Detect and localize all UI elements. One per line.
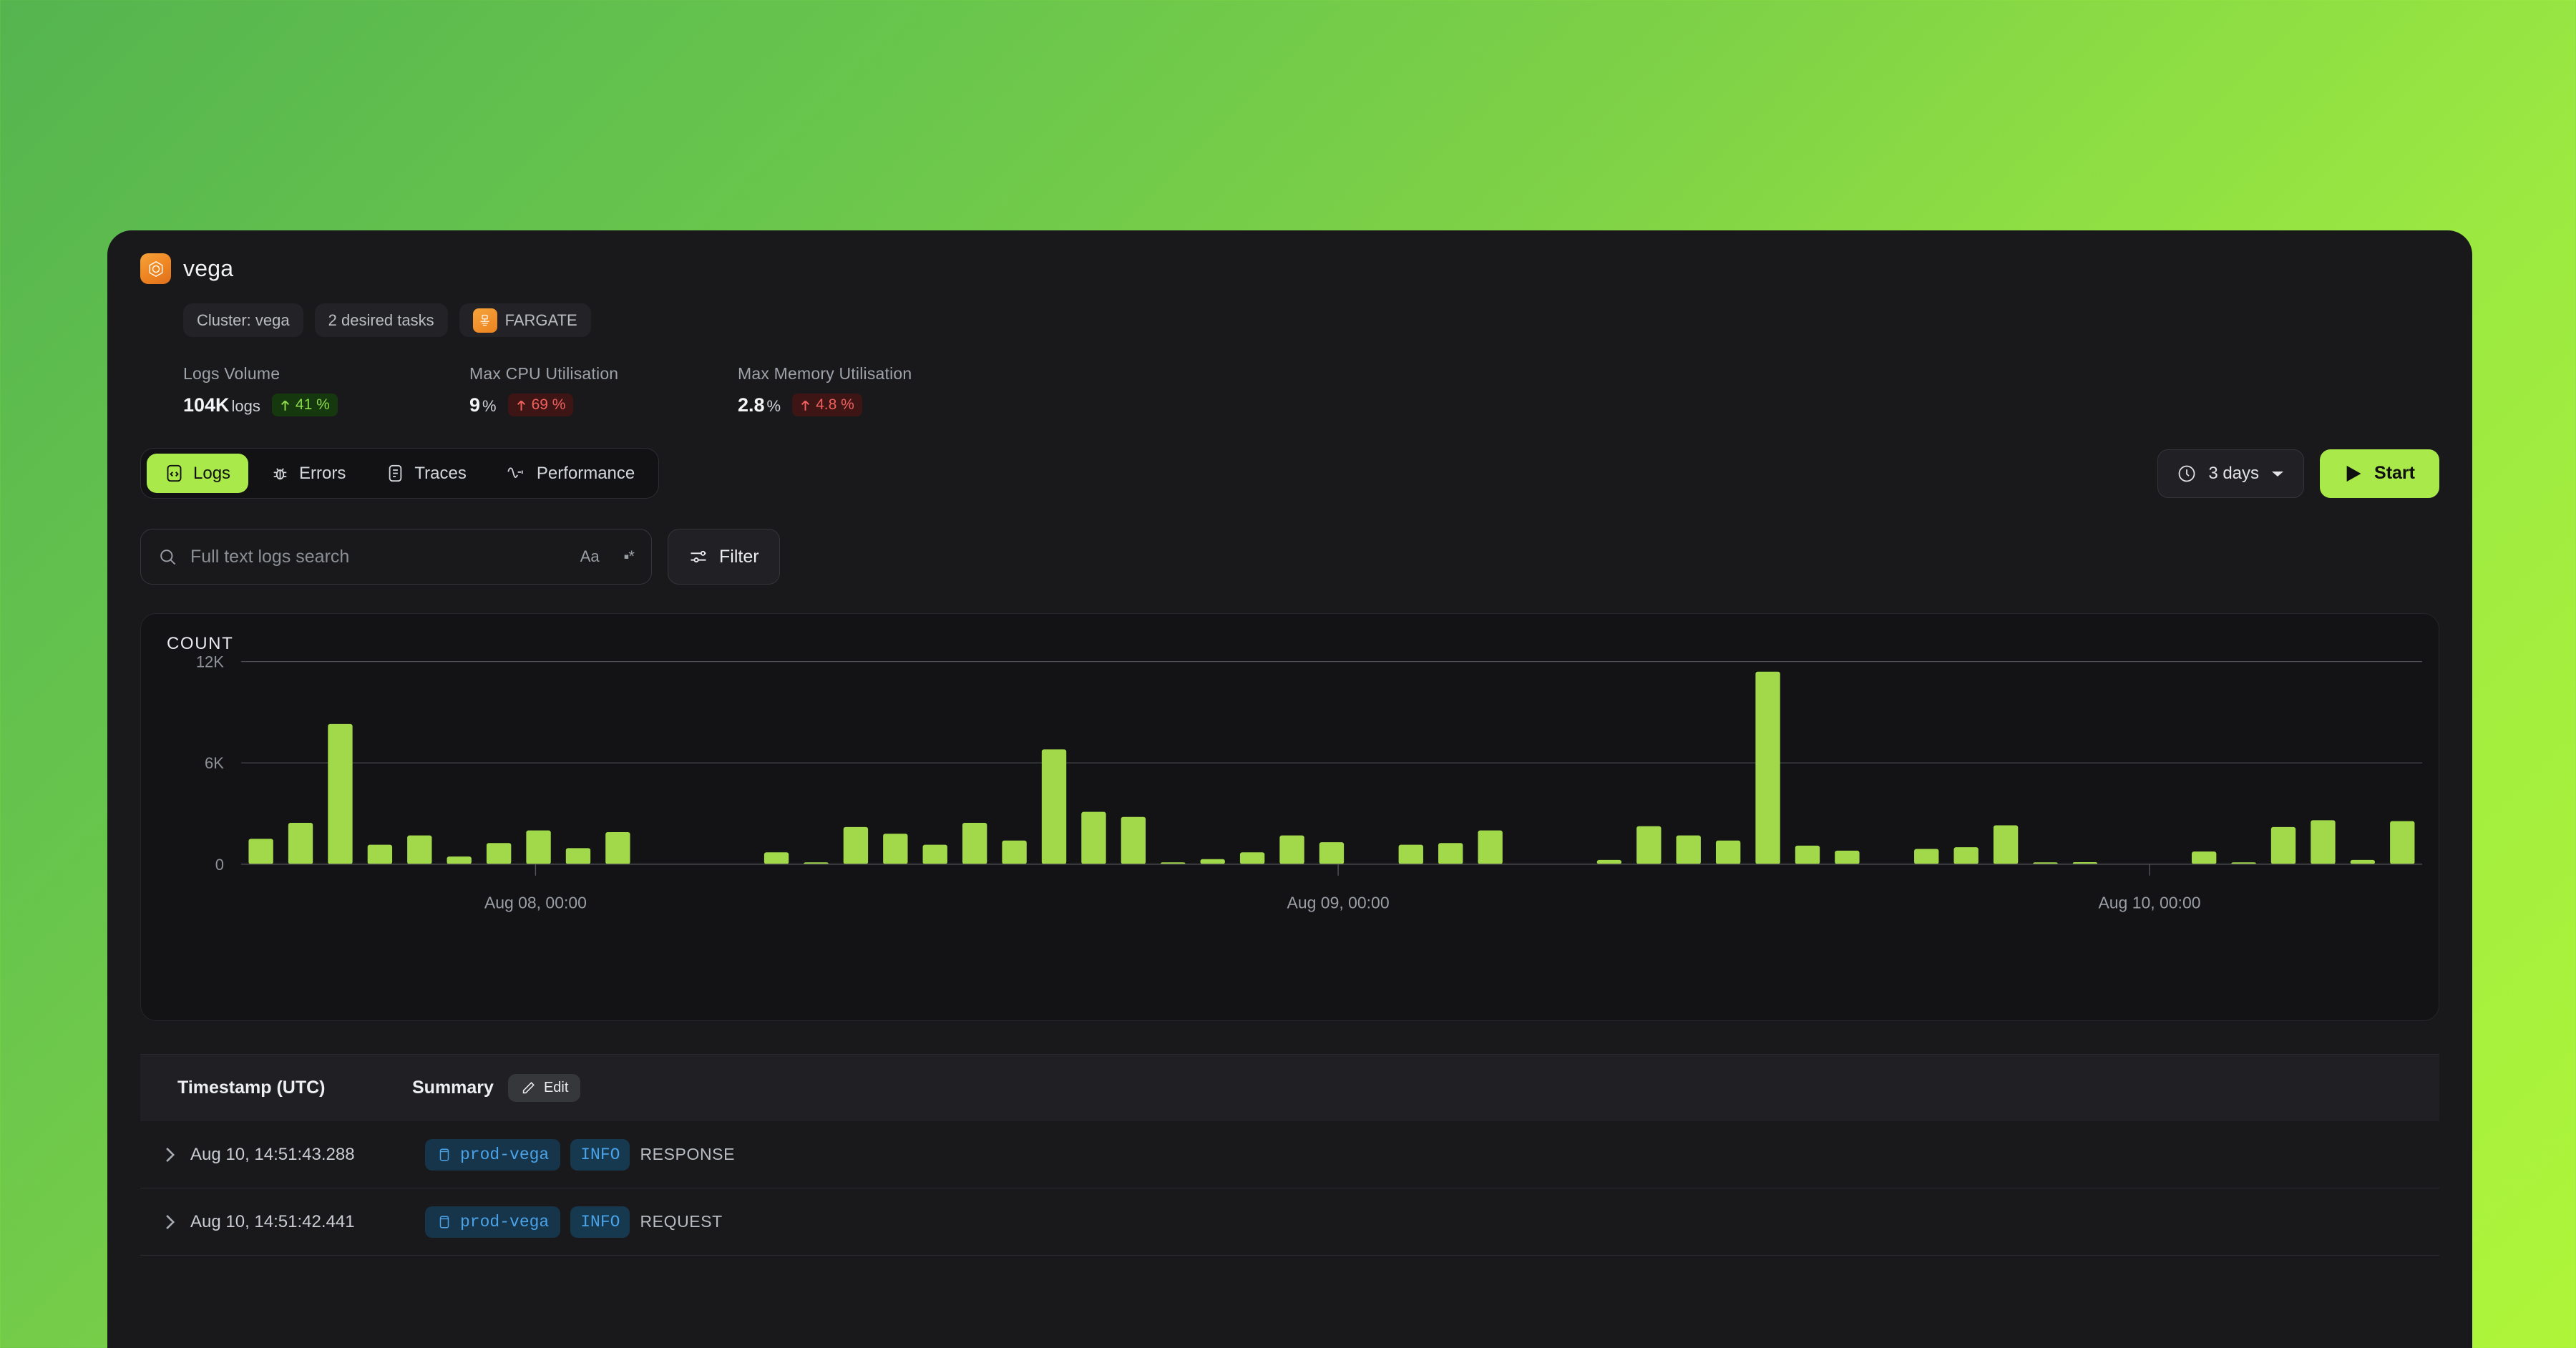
filter-button[interactable]: Filter [668,529,780,585]
edit-columns-button[interactable]: Edit [507,1074,581,1102]
badge-cluster: Cluster: vega [183,303,303,337]
badge-launch-type-label: FARGATE [504,311,577,329]
logs-code-icon [167,464,182,482]
tab-logs-label: Logs [193,463,231,483]
metric-logs-volume-label: Logs Volume [183,364,280,383]
chevron-right-icon[interactable] [149,1213,190,1231]
logs-count-bar-chart[interactable]: 0 6K 12K Aug 08, 00:00 Aug 09, 00:00 Aug 10, … [141,614,2439,1022]
svg-text:Aug 08, 00:00: Aug 08, 00:00 [484,894,587,912]
container-icon [439,1215,449,1229]
column-header-summary: Summary Edit [412,1074,581,1102]
filter-button-label: Filter [719,546,759,567]
tab-errors-label: Errors [299,463,346,483]
waveform-icon [507,467,523,478]
page-title: vega [183,255,234,281]
tab-errors[interactable]: Errors [253,454,364,493]
logs-table: Timestamp (UTC) Summary Edit Aug 10, 14:… [140,1054,2439,1256]
vega-logo-icon [140,253,171,284]
svg-text:0: 0 [215,856,224,874]
arrow-up-icon [280,400,289,411]
tab-performance[interactable]: Performance [489,454,653,493]
match-case-toggle[interactable]: Aa [580,547,600,566]
row-timestamp: Aug 10, 14:51:42.441 [190,1211,355,1231]
edit-columns-label: Edit [543,1080,569,1095]
logs-count-chart-panel: COUNT 0 6K 12K Aug 08, 00:00 Aug 09, 00:00 Au… [140,613,2439,1021]
tab-logs[interactable]: Logs [147,454,249,493]
table-row[interactable]: Aug 10, 14:51:42.441 prod-vega INFO REQU… [140,1188,2439,1256]
service-chip-label: prod-vega [460,1145,550,1164]
svg-text:Aug 09, 00:00: Aug 09, 00:00 [1287,894,1390,912]
service-overview-card: vega Cluster: vega 2 desired tasks FARGA… [107,230,2472,1348]
metric-logs-volume: Logs Volume 104K logs 41 % [183,364,469,416]
view-toolbar: Logs Errors Traces Performance 3 days St… [140,448,2439,499]
row-summary: prod-vega INFO REQUEST [425,1206,723,1238]
metric-logs-volume-value: 104K logs [183,394,260,416]
row-message: REQUEST [640,1212,723,1231]
title-row: vega [140,253,2472,284]
svg-text:Aug 10, 00:00: Aug 10, 00:00 [2098,894,2200,912]
search-box[interactable]: Aa ▪* [140,529,652,585]
badge-cluster-label: Cluster: vega [197,311,290,329]
log-level-badge: INFO [570,1138,630,1171]
trace-list-icon [389,464,402,482]
pencil-icon [522,1081,535,1093]
row-message: RESPONSE [640,1145,736,1163]
tab-performance-label: Performance [536,463,635,483]
play-icon [2346,465,2361,482]
arrow-up-icon [801,400,810,411]
search-row: Aa ▪* Filter [140,529,2439,585]
svg-text:12K: 12K [196,653,224,671]
metric-max-cpu: Max CPU Utilisation 9% 69 % [469,364,738,416]
badge-desired-tasks: 2 desired tasks [314,303,448,337]
arrow-up-icon [517,400,525,411]
clock-icon [2178,465,2195,482]
column-header-summary-label: Summary [412,1078,494,1098]
log-level-badge: INFO [570,1206,630,1238]
metric-max-cpu-value: 9% [469,394,497,416]
regex-toggle[interactable]: ▪* [624,547,635,566]
metric-max-cpu-label: Max CPU Utilisation [469,364,619,383]
search-icon [160,549,176,565]
tab-bar: Logs Errors Traces Performance [140,448,660,499]
metric-max-memory-delta: 4.8 % [792,394,862,416]
service-chip-label: prod-vega [460,1212,550,1231]
svg-text:6K: 6K [205,754,224,772]
badge-desired-tasks-label: 2 desired tasks [328,311,434,329]
search-input[interactable] [190,546,567,567]
metric-max-memory-value: 2.8% [738,394,781,416]
chevron-down-icon [2272,471,2284,477]
logs-table-header: Timestamp (UTC) Summary Edit [140,1055,2439,1121]
service-chip[interactable]: prod-vega [425,1138,561,1171]
start-button[interactable]: Start [2320,449,2439,498]
metric-logs-volume-delta: 41 % [271,394,338,416]
toolbar-right: 3 days Start [2157,449,2439,498]
tab-traces[interactable]: Traces [368,454,484,493]
time-range-label: 3 days [2208,463,2260,483]
container-icon [439,1148,449,1161]
time-range-selector[interactable]: 3 days [2157,449,2305,498]
aws-fargate-icon [472,308,497,333]
metric-max-cpu-delta: 69 % [507,394,574,416]
service-chip[interactable]: prod-vega [425,1206,561,1238]
badge-launch-type: FARGATE [459,303,591,337]
row-timestamp: Aug 10, 14:51:43.288 [190,1144,355,1164]
start-button-label: Start [2374,463,2415,483]
filter-sliders-icon [691,550,706,563]
row-summary: prod-vega INFO RESPONSE [425,1138,736,1171]
chevron-right-icon[interactable] [149,1146,190,1164]
metric-max-memory-label: Max Memory Utilisation [738,364,912,383]
metric-max-memory: Max Memory Utilisation 2.8% 4.8 % [738,364,912,416]
bug-icon [273,468,287,480]
card-header: vega Cluster: vega 2 desired tasks FARGA… [107,230,2472,416]
metrics-row: Logs Volume 104K logs 41 % Max CPU Utilis… [183,364,2472,416]
header-badges: Cluster: vega 2 desired tasks FARGATE [183,303,2472,337]
column-header-timestamp: Timestamp (UTC) [177,1078,326,1098]
tab-traces-label: Traces [414,463,467,483]
table-row[interactable]: Aug 10, 14:51:43.288 prod-vega INFO RESP… [140,1121,2439,1188]
